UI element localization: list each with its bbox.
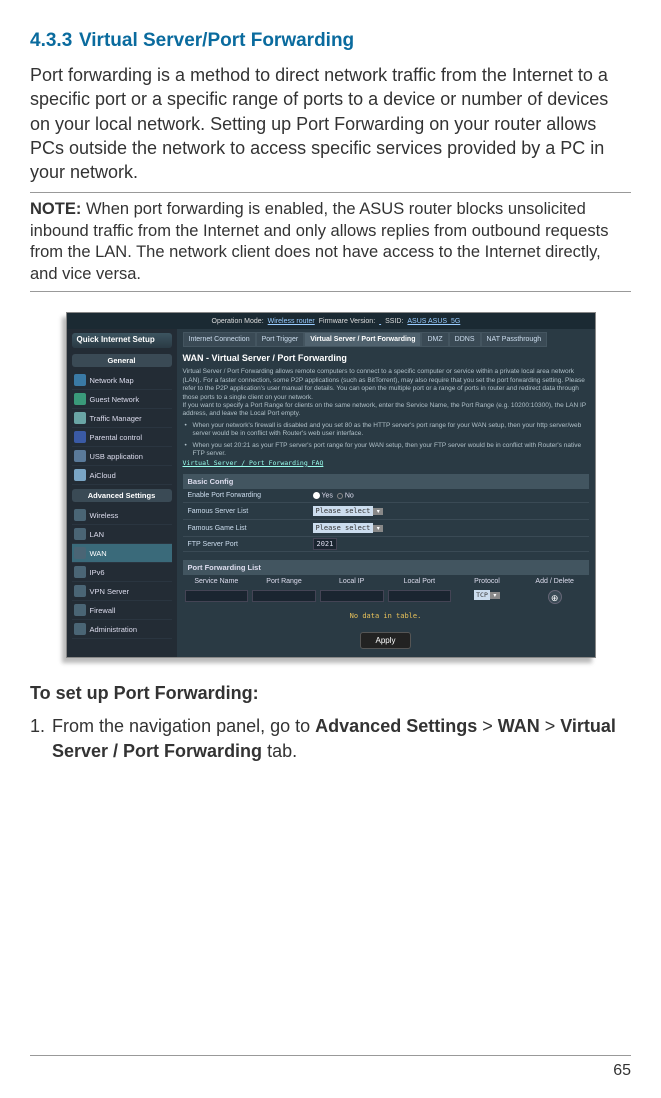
section-title: Virtual Server/Port Forwarding xyxy=(79,30,354,51)
pf-list-columns: Service Name Port Range Local IP Local P… xyxy=(183,575,589,588)
radio-no[interactable] xyxy=(337,493,343,499)
sidebar-item-traffic-manager[interactable]: Traffic Manager xyxy=(72,409,172,428)
screenshot-topbar: Operation Mode: Wireless router Firmware… xyxy=(67,313,595,329)
famous-game-label: Famous Game List xyxy=(183,525,313,532)
note-block: NOTE: When port forwarding is enabled, t… xyxy=(30,192,631,292)
tab-internet-connection[interactable]: Internet Connection xyxy=(183,332,256,347)
wan-tabs: Internet Connection Port Trigger Virtual… xyxy=(183,332,589,347)
main-description-2: If you want to specify a Port Range for … xyxy=(183,402,589,419)
tab-dmz[interactable]: DMZ xyxy=(421,332,448,347)
sidebar-item-wireless[interactable]: Wireless xyxy=(72,506,172,525)
service-name-input[interactable] xyxy=(185,590,249,602)
wan-icon xyxy=(74,547,86,559)
setup-step-1: 1. From the navigation panel, go to Adva… xyxy=(30,714,631,763)
op-mode-label: Operation Mode: xyxy=(212,318,264,325)
tab-nat-passthrough[interactable]: NAT Passthrough xyxy=(481,332,548,347)
tab-port-trigger[interactable]: Port Trigger xyxy=(256,332,305,347)
sidebar-item-administration[interactable]: Administration xyxy=(72,620,172,639)
famous-server-label: Famous Server List xyxy=(183,508,313,515)
local-port-input[interactable] xyxy=(388,590,452,602)
sidebar-item-usb-application[interactable]: USB application xyxy=(72,447,172,466)
chevron-down-icon: ▾ xyxy=(373,525,383,532)
note-text: When port forwarding is enabled, the ASU… xyxy=(30,200,608,282)
ipv6-icon xyxy=(74,566,86,578)
bullet-1: When your network's firewall is disabled… xyxy=(183,422,589,439)
guest-network-icon xyxy=(74,393,86,405)
sidebar-general-header: General xyxy=(72,354,172,367)
ssid-label: SSID: xyxy=(385,318,403,325)
tab-virtual-server[interactable]: Virtual Server / Port Forwarding xyxy=(304,332,421,347)
firewall-icon xyxy=(74,604,86,616)
step-number: 1. xyxy=(30,714,45,738)
sidebar-item-firewall[interactable]: Firewall xyxy=(72,601,172,620)
note-label: NOTE: xyxy=(30,200,81,218)
usb-application-icon xyxy=(74,450,86,462)
intro-paragraph: Port forwarding is a method to direct ne… xyxy=(30,63,631,184)
vpn-server-icon xyxy=(74,585,86,597)
radio-yes[interactable] xyxy=(313,492,320,499)
parental-control-icon xyxy=(74,431,86,443)
pf-list-header: Port Forwarding List xyxy=(183,560,589,575)
sidebar-item-ipv6[interactable]: IPv6 xyxy=(72,563,172,582)
setup-header: To set up Port Forwarding: xyxy=(30,683,631,704)
chevron-down-icon: ▾ xyxy=(490,592,500,599)
main-title: WAN - Virtual Server / Port Forwarding xyxy=(183,353,589,363)
col-service-name: Service Name xyxy=(183,578,251,585)
col-protocol: Protocol xyxy=(453,578,521,585)
sidebar-item-wan[interactable]: WAN xyxy=(72,544,172,563)
sidebar-item-aicloud[interactable]: AiCloud xyxy=(72,466,172,485)
faq-link[interactable]: Virtual Server / Port Forwarding FAQ xyxy=(183,459,324,467)
enable-pf-label: Enable Port Forwarding xyxy=(183,492,313,499)
col-port-range: Port Range xyxy=(250,578,318,585)
pf-list-input-row: TCP▾ ⊕ xyxy=(183,588,589,606)
famous-server-select[interactable]: Please select xyxy=(313,506,374,516)
op-mode-value: Wireless router xyxy=(268,318,315,325)
footer-divider xyxy=(30,1055,631,1056)
sidebar-item-network-map[interactable]: Network Map xyxy=(72,371,172,390)
page-number: 65 xyxy=(613,1062,631,1080)
router-screenshot: Operation Mode: Wireless router Firmware… xyxy=(66,312,596,658)
main-panel: Internet Connection Port Trigger Virtual… xyxy=(177,329,595,657)
add-button[interactable]: ⊕ xyxy=(548,590,562,604)
tab-ddns[interactable]: DDNS xyxy=(449,332,481,347)
lan-icon xyxy=(74,528,86,540)
ftp-port-input[interactable]: 2021 xyxy=(313,538,338,550)
ftp-port-label: FTP Server Port xyxy=(183,541,313,548)
section-number: 4.3.3 xyxy=(30,30,72,51)
chevron-down-icon: ▾ xyxy=(373,508,383,515)
fw-label: Firmware Version: xyxy=(319,318,375,325)
basic-config-header: Basic Config xyxy=(183,474,589,489)
col-local-ip: Local IP xyxy=(318,578,386,585)
traffic-manager-icon xyxy=(74,412,86,424)
sidebar-item-lan[interactable]: LAN xyxy=(72,525,172,544)
ssid-value: ASUS ASUS_5G xyxy=(407,318,460,325)
quick-setup-button[interactable]: Quick Internet Setup xyxy=(72,333,172,348)
sidebar-advanced-header: Advanced Settings xyxy=(72,489,172,502)
sidebar-item-guest-network[interactable]: Guest Network xyxy=(72,390,172,409)
apply-button[interactable]: Apply xyxy=(360,632,410,649)
sidebar: Quick Internet Setup General Network Map… xyxy=(67,329,177,657)
sidebar-item-parental-control[interactable]: Parental control xyxy=(72,428,172,447)
network-map-icon xyxy=(74,374,86,386)
aicloud-icon xyxy=(74,469,86,481)
famous-game-select[interactable]: Please select xyxy=(313,523,374,533)
local-ip-input[interactable] xyxy=(320,590,384,602)
no-data-message: No data in table. xyxy=(183,606,589,626)
administration-icon xyxy=(74,623,86,635)
sidebar-item-vpn-server[interactable]: VPN Server xyxy=(72,582,172,601)
port-range-input[interactable] xyxy=(252,590,316,602)
bullet-2: When you set 20:21 as your FTP server's … xyxy=(183,442,589,459)
col-local-port: Local Port xyxy=(386,578,454,585)
main-description: Virtual Server / Port Forwarding allows … xyxy=(183,368,589,402)
col-add-delete: Add / Delete xyxy=(521,578,589,585)
section-heading: 4.3.3 Virtual Server/Port Forwarding xyxy=(30,25,631,53)
protocol-select[interactable]: TCP xyxy=(474,590,490,600)
wireless-icon xyxy=(74,509,86,521)
